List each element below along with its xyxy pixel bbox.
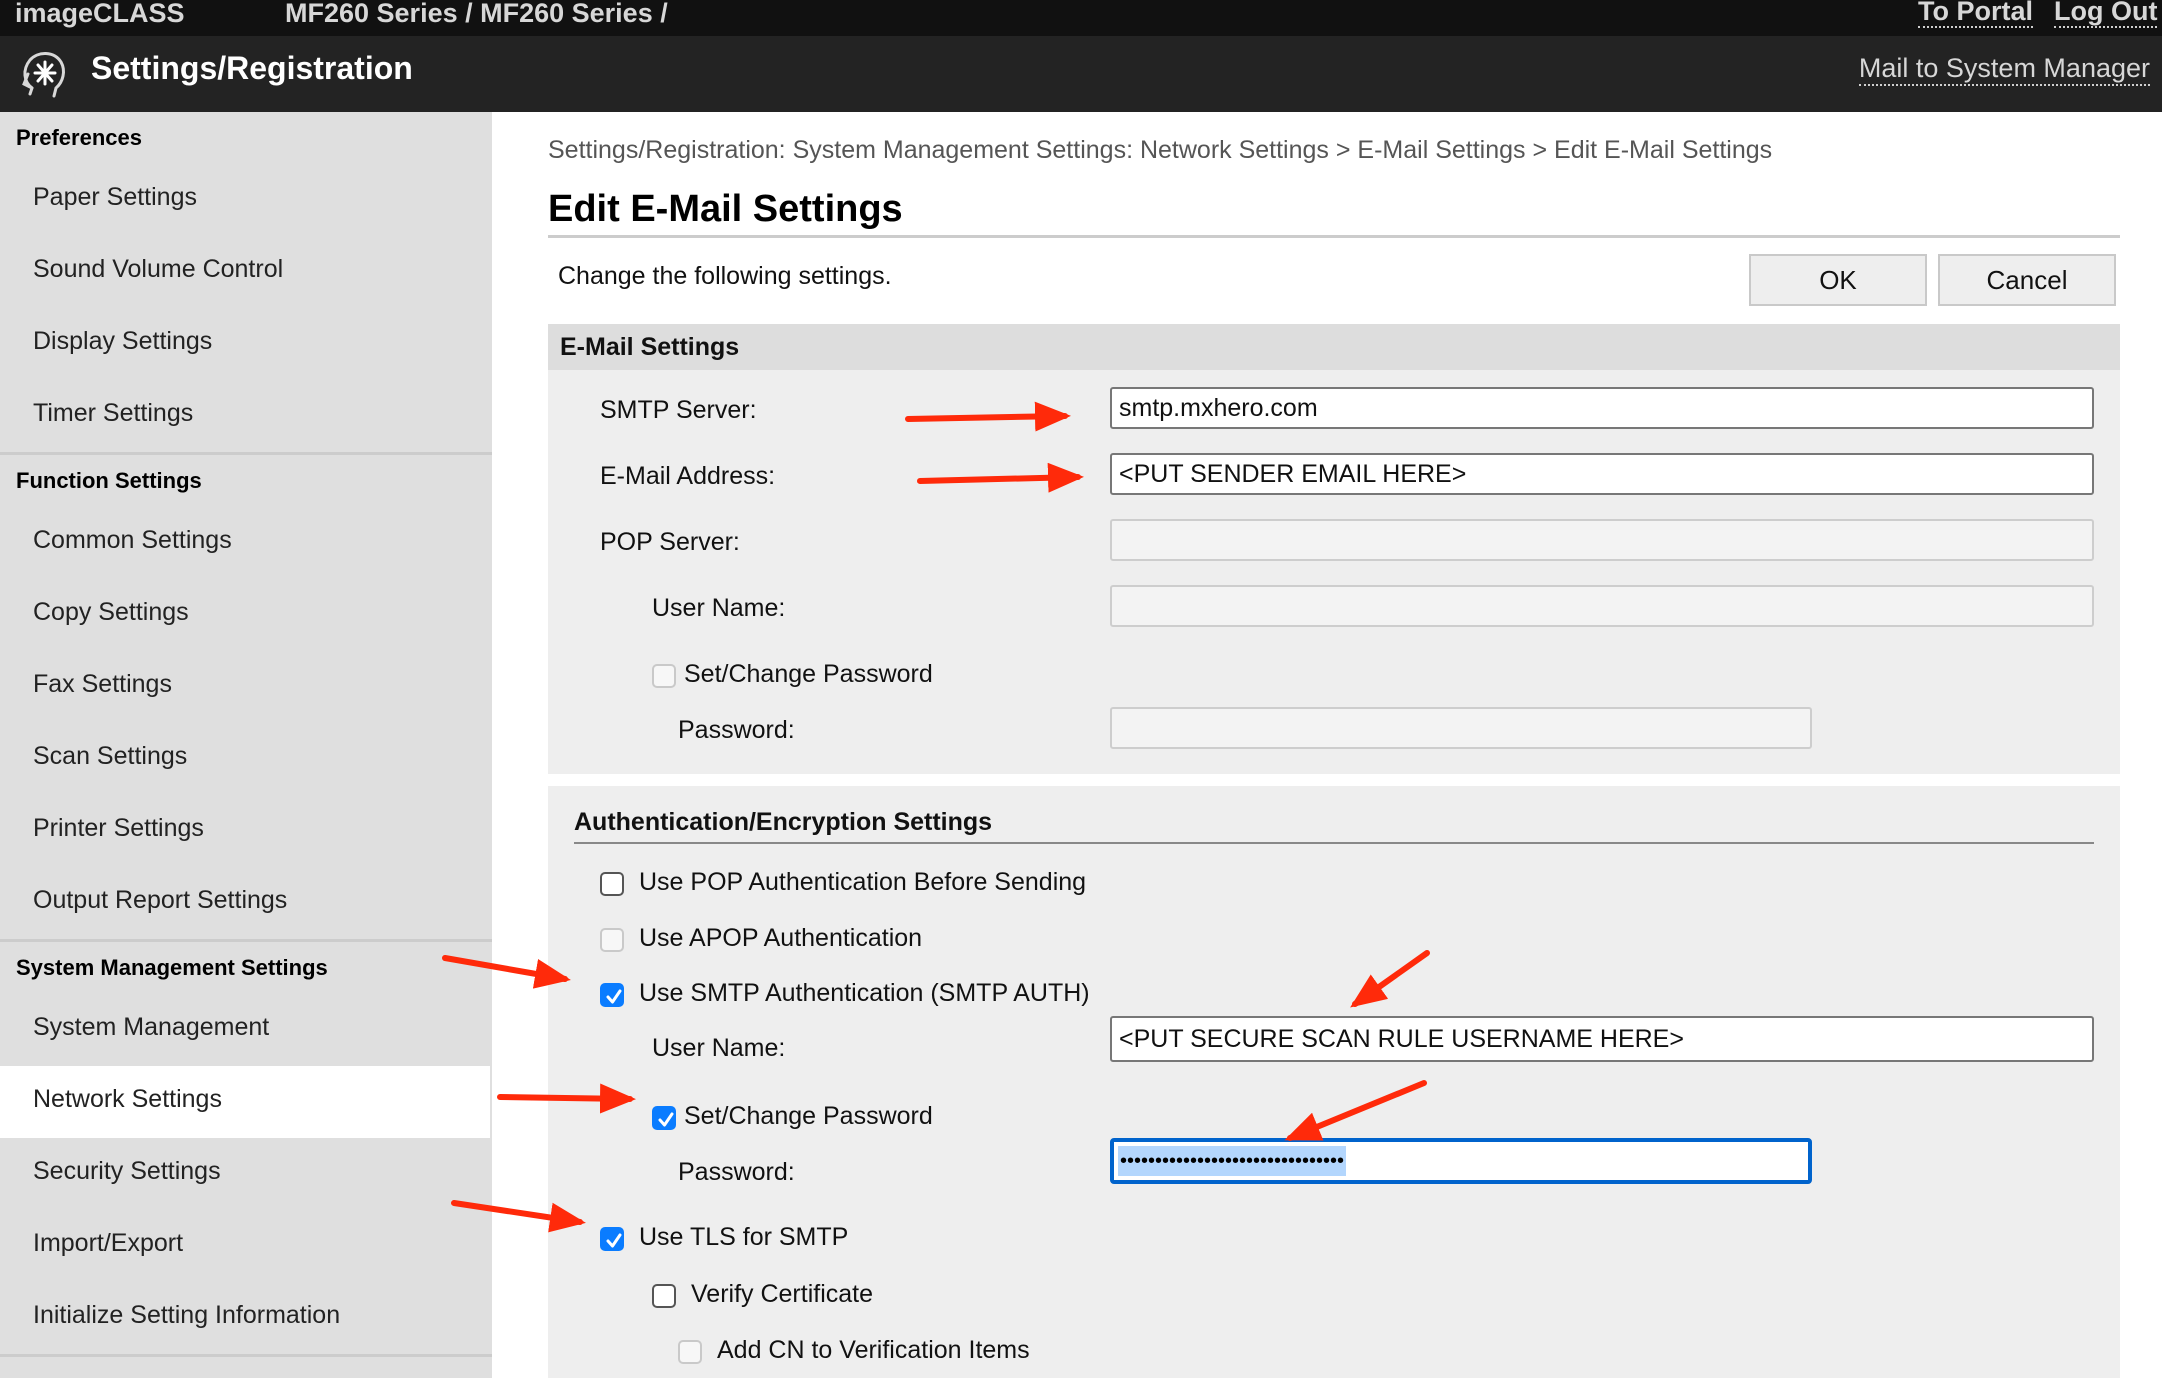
pop-before-smtp-label: Use POP Authentication Before Sending <box>639 868 1087 896</box>
title-bar: Settings/Registration Mail to System Man… <box>0 36 2162 112</box>
add-cn-label: Add CN to Verification Items <box>717 1336 1030 1364</box>
intro-text: Change the following settings. <box>558 262 892 290</box>
email-address-label: E-Mail Address: <box>600 462 776 490</box>
pop-server-input[interactable] <box>1110 519 2094 561</box>
sidebar-item-common-settings[interactable]: Common Settings <box>0 507 492 579</box>
apop-label: Use APOP Authentication <box>639 924 923 952</box>
to-portal-link[interactable]: To Portal <box>1918 0 2034 28</box>
pop-password-input[interactable] <box>1110 707 1812 749</box>
ok-button[interactable]: OK <box>1749 254 1927 306</box>
sidebar-item-initialize-setting-information[interactable]: Initialize Setting Information <box>0 1282 492 1354</box>
sidebar-item-scan-settings[interactable]: Scan Settings <box>0 723 492 795</box>
smtp-password-input[interactable]: •••••••••••••••••••••••••••••••• <box>1110 1138 1812 1184</box>
device-series-label: MF260 Series / MF260 Series / <box>285 0 668 28</box>
mail-to-system-manager-link[interactable]: Mail to System Manager <box>1858 52 2150 86</box>
sidebar-item-printer-settings[interactable]: Printer Settings <box>0 795 492 867</box>
cancel-button[interactable]: Cancel <box>1938 254 2116 306</box>
email-address-input[interactable] <box>1110 453 2094 495</box>
sidebar-item-fax-settings[interactable]: Fax Settings <box>0 651 492 723</box>
checkmark-icon <box>606 1233 622 1248</box>
pop-set-change-password-checkbox[interactable] <box>652 664 676 688</box>
tls-checkbox[interactable] <box>600 1227 624 1251</box>
smtp-auth-checkbox[interactable] <box>600 983 624 1007</box>
apop-checkbox[interactable] <box>600 928 624 952</box>
sidebar-item-sound-volume-control[interactable]: Sound Volume Control <box>0 236 492 308</box>
pop-server-label: POP Server: <box>600 528 740 556</box>
sidebar-item-display-settings[interactable]: Display Settings <box>0 308 492 380</box>
pop-before-smtp-checkbox[interactable] <box>600 872 624 896</box>
sidebar-item-paper-settings[interactable]: Paper Settings <box>0 164 492 236</box>
add-cn-checkbox[interactable] <box>678 1340 702 1364</box>
title-divider <box>548 235 2120 238</box>
sidebar-heading: Preferences <box>16 125 142 150</box>
breadcrumb: Settings/Registration: System Management… <box>548 136 1773 164</box>
smtp-password-label: Password: <box>678 1158 795 1186</box>
settings-head-icon <box>22 52 65 98</box>
page-title: Edit E-Mail Settings <box>548 188 903 230</box>
sidebar-group-function-settings: Function Settings Common Settings Copy S… <box>0 455 492 939</box>
smtp-user-name-input[interactable] <box>1110 1016 2094 1062</box>
pop-user-name-input[interactable] <box>1110 585 2094 627</box>
smtp-server-label: SMTP Server: <box>600 396 757 424</box>
sidebar-item-system-management[interactable]: System Management <box>0 994 492 1066</box>
smtp-server-input[interactable] <box>1110 387 2094 429</box>
sidebar-item-output-report-settings[interactable]: Output Report Settings <box>0 867 492 939</box>
checkmark-icon <box>606 989 622 1004</box>
log-out-link[interactable]: Log Out <box>2054 0 2158 28</box>
section-heading: Authentication/Encryption Settings <box>574 808 993 836</box>
sidebar-heading: Function Settings <box>16 468 202 493</box>
checkmark-icon <box>658 1112 674 1127</box>
smtp-auth-label: Use SMTP Authentication (SMTP AUTH) <box>639 979 1090 1007</box>
email-settings-panel: E-Mail Settings SMTP Server: E-Mail Addr… <box>548 324 2120 774</box>
main-content: Settings/Registration: System Management… <box>492 112 2162 1378</box>
sidebar-heading: System Management Settings <box>16 955 328 980</box>
sidebar-divider <box>0 1354 492 1357</box>
brand-label: imageCLASS <box>15 0 185 28</box>
smtp-set-change-password-checkbox[interactable] <box>652 1106 676 1130</box>
password-masked-value: •••••••••••••••••••••••••••••••• <box>1118 1146 1347 1176</box>
smtp-user-name-label: User Name: <box>652 1034 786 1062</box>
pop-set-change-password-label: Set/Change Password <box>684 660 933 688</box>
sidebar-group-system-management-settings: System Management Settings System Manage… <box>0 942 492 1354</box>
sidebar-item-import-export[interactable]: Import/Export <box>0 1210 492 1282</box>
section-divider <box>574 842 2094 844</box>
sidebar: Preferences Paper Settings Sound Volume … <box>0 112 492 1378</box>
pop-user-name-label: User Name: <box>652 594 786 622</box>
sidebar-item-security-settings[interactable]: Security Settings <box>0 1138 492 1210</box>
auth-encryption-panel: Authentication/Encryption Settings Use P… <box>548 786 2120 1378</box>
app-title: Settings/Registration <box>91 50 413 86</box>
sidebar-item-timer-settings[interactable]: Timer Settings <box>0 380 492 452</box>
section-heading: E-Mail Settings <box>548 324 2120 370</box>
pop-password-label: Password: <box>678 716 795 744</box>
sidebar-group-preferences: Preferences Paper Settings Sound Volume … <box>0 112 492 452</box>
verify-certificate-label: Verify Certificate <box>691 1280 874 1308</box>
sidebar-item-network-settings[interactable]: Network Settings <box>0 1066 490 1138</box>
verify-certificate-checkbox[interactable] <box>652 1284 676 1308</box>
top-bar: imageCLASS MF260 Series / MF260 Series /… <box>0 0 2162 36</box>
tls-label: Use TLS for SMTP <box>639 1223 849 1251</box>
smtp-set-change-password-label: Set/Change Password <box>684 1102 933 1130</box>
sidebar-item-copy-settings[interactable]: Copy Settings <box>0 579 492 651</box>
